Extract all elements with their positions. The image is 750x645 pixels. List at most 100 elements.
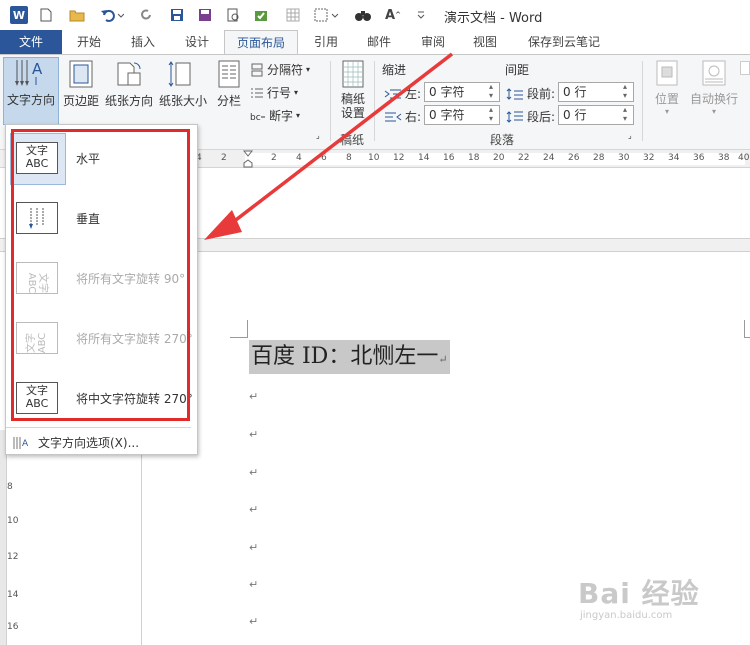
space-before-icon	[506, 87, 523, 100]
menu-item-horizontal[interactable]: 文字 ABC 水平	[6, 130, 191, 186]
rotate-270-thumb-bottom: ABC	[37, 332, 48, 354]
new-document-icon[interactable]	[38, 6, 54, 24]
undo-icon[interactable]	[98, 6, 126, 24]
text-direction-options-item[interactable]: A 文字方向选项(X)...	[12, 434, 139, 451]
space-after-icon	[506, 110, 523, 123]
tab-insert[interactable]: 插入	[120, 30, 166, 54]
tab-layout[interactable]: 页面布局	[224, 30, 298, 55]
margin-corner-mark	[230, 320, 248, 338]
page-setup-launcher[interactable]: ⌟	[316, 131, 320, 140]
paragraph-mark: ↵	[249, 541, 259, 554]
menu-item-vertical[interactable]: 垂直	[6, 190, 191, 246]
vruler-number: 16	[7, 622, 19, 632]
paragraph-launcher[interactable]: ⌟	[628, 131, 632, 140]
hyphenation-button[interactable]: bc 断字 ▾	[250, 107, 300, 124]
tab-home[interactable]: 开始	[66, 30, 112, 54]
indent-left-input[interactable]: 0 字符	[424, 82, 500, 102]
hyphenation-dropdown-icon: ▾	[296, 111, 301, 120]
ruler-number: 36	[693, 153, 705, 163]
rotate-270-thumb-top: 文字	[26, 333, 37, 353]
customize-toolbar-icon[interactable]	[414, 6, 428, 24]
line-numbers-dropdown-icon: ▾	[294, 88, 299, 97]
rotate-90-thumb-bottom: ABC	[26, 272, 37, 294]
find-binoculars-icon[interactable]	[352, 6, 374, 24]
tab-cloud-note[interactable]: 保存到云笔记	[516, 30, 612, 54]
tab-design[interactable]: 设计	[174, 30, 220, 54]
redo-icon[interactable]	[138, 6, 156, 24]
check-document-icon[interactable]	[252, 6, 274, 24]
text-direction-button[interactable]: A 文字方向	[3, 57, 59, 125]
paragraph-mark: ↵	[249, 503, 259, 516]
svg-text:A: A	[22, 439, 29, 449]
ruler-number: 2	[221, 153, 227, 163]
ribbon-overflow-icon[interactable]	[740, 61, 750, 75]
size-button[interactable]: 纸张大小	[157, 59, 209, 125]
breaks-button[interactable]: 分隔符 ▾	[250, 61, 310, 78]
menu-separator	[6, 427, 191, 428]
ribbon-tabs: 文件 开始 插入 设计 页面布局 引用 邮件 审阅 视图 保存到云笔记	[0, 30, 750, 55]
tab-references[interactable]: 引用	[304, 30, 348, 54]
size-label: 纸张大小	[158, 94, 207, 108]
ruler-number: 24	[543, 153, 555, 163]
tab-mailings[interactable]: 邮件	[356, 30, 402, 54]
columns-label: 分栏	[216, 94, 241, 108]
svg-text:bc: bc	[250, 113, 261, 123]
line-numbers-button[interactable]: 行号 ▾	[250, 84, 298, 101]
horizontal-thumb-top: 文字	[26, 144, 48, 157]
save-as-icon[interactable]	[196, 6, 214, 24]
space-after-text: 段后:	[527, 110, 556, 124]
ruler-number: 30	[618, 153, 630, 163]
space-before-label: 段前:	[506, 85, 555, 102]
paragraph-mark: ↵	[249, 390, 259, 403]
line-numbers-icon	[251, 88, 263, 97]
open-folder-icon[interactable]	[68, 6, 86, 24]
table-icon[interactable]	[284, 6, 302, 24]
space-before-text: 段前:	[527, 87, 556, 101]
menu-item-rotate-270[interactable]: 文字 ABC 将所有文字旋转 270°	[6, 310, 193, 366]
tab-file[interactable]: 文件	[0, 30, 62, 54]
indent-right-input[interactable]: 0 字符	[424, 105, 500, 125]
vruler-number: 12	[7, 552, 19, 562]
ruler-number: 28	[593, 153, 605, 163]
ruler-number: 8	[346, 153, 352, 163]
menu-item-rotate-90-label: 将所有文字旋转 90°	[76, 272, 186, 286]
indent-left-text: 左:	[405, 87, 422, 101]
ribbon-separator	[642, 61, 643, 141]
save-icon[interactable]	[168, 6, 186, 24]
orientation-icon	[117, 62, 141, 86]
ruler-number: 22	[518, 153, 530, 163]
position-button[interactable]: 位置 ▾	[648, 59, 686, 129]
rotate-90-thumb-top: 文字	[37, 273, 48, 293]
indent-right-label: 右:	[384, 108, 421, 125]
paragraph-mark: ↵	[438, 353, 448, 366]
vruler-number: 8	[7, 482, 13, 492]
ruler-number: 32	[643, 153, 655, 163]
text-direction-icon: A	[15, 60, 43, 86]
space-before-input[interactable]: 0 行	[558, 82, 634, 102]
orientation-button[interactable]: 纸张方向	[103, 59, 155, 125]
indent-right-icon	[385, 112, 402, 121]
ribbon-separator	[374, 61, 375, 141]
columns-button[interactable]: 分栏	[212, 59, 246, 125]
tab-review[interactable]: 审阅	[410, 30, 456, 54]
text-direction-label: 文字方向	[6, 93, 55, 107]
ruler-number: 18	[468, 153, 480, 163]
font-size-icon[interactable]: A ^	[384, 6, 402, 24]
menu-item-rotate-cjk-270[interactable]: 文字 ABC 将中文字符旋转 270°	[6, 370, 193, 426]
print-preview-icon[interactable]	[224, 6, 242, 24]
indent-right-text: 右:	[405, 110, 422, 124]
wrap-text-button[interactable]: 自动换行 ▾	[688, 59, 740, 129]
wrap-text-label: 自动换行	[689, 92, 738, 106]
document-text[interactable]: 百度 ID：北恻左一↵	[249, 340, 450, 374]
space-after-input[interactable]: 0 行	[558, 105, 634, 125]
paragraph-group-label: 段落	[490, 133, 515, 147]
border-icon[interactable]	[312, 6, 342, 24]
baidu-url: jingyan.baidu.com	[580, 610, 673, 621]
menu-item-rotate-90[interactable]: 文字 ABC 将所有文字旋转 90°	[6, 250, 191, 306]
rotate-cjk-thumb-top: 文字	[26, 384, 48, 397]
manuscript-settings-button[interactable]: 稿纸 设置	[336, 59, 370, 129]
tab-view[interactable]: 视图	[462, 30, 508, 54]
paragraph-mark: ↵	[249, 428, 259, 441]
margins-button[interactable]: 页边距	[60, 59, 102, 125]
word-logo-icon: W	[10, 6, 28, 24]
